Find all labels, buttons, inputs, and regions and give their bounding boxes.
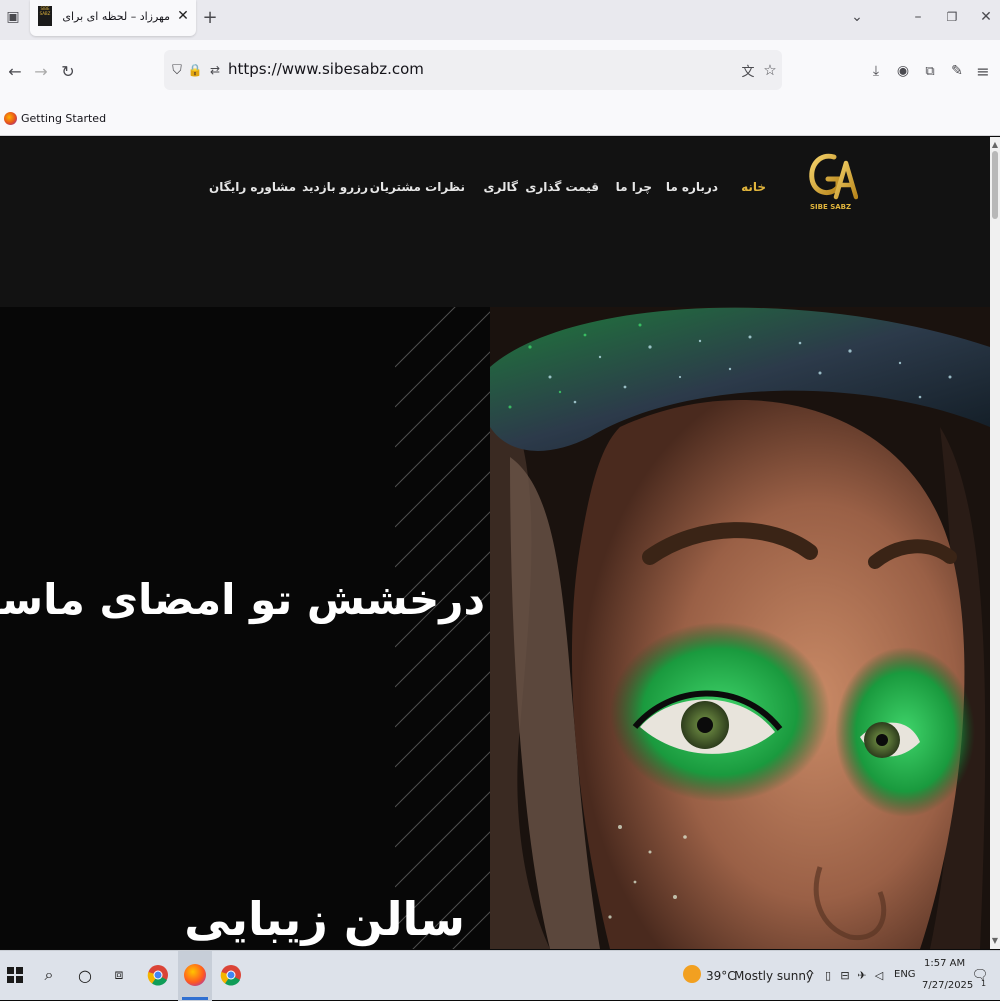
scrollbar-thumb[interactable] (992, 151, 998, 219)
windows-start-icon[interactable] (4, 963, 26, 987)
new-tab-icon[interactable]: + (199, 6, 221, 28)
weather-temp[interactable]: 39°C (706, 969, 736, 983)
airplane-icon[interactable]: ✈ (855, 965, 869, 985)
logo-text: SIBE SABZ (810, 203, 852, 211)
logo-mark-icon (809, 153, 859, 200)
lock-icon[interactable]: 🔒 (187, 60, 203, 80)
web-page: SIBE SABZ خانه درباره ما چرا ما قیمت گذا… (0, 137, 990, 949)
nav-home[interactable]: خانه (741, 180, 766, 194)
clock-time[interactable]: 1:57 AM (924, 958, 965, 969)
restore-icon[interactable]: ❐ (942, 6, 962, 28)
minimize-icon[interactable]: – (908, 6, 928, 28)
taskbar: ⌕ ○ ⧈ 39°C Mostly sunny ^ ▯ ⊟ ✈ ◁ ENG 1:… (0, 950, 1000, 1001)
volume-icon[interactable]: ◁ (872, 965, 886, 985)
firefox-icon (4, 111, 17, 125)
scroll-up-icon[interactable]: ▲ (990, 139, 1000, 149)
cortana-icon[interactable]: ○ (74, 963, 96, 987)
account-icon[interactable]: ◉ (893, 60, 913, 82)
weather-condition[interactable]: Mostly sunny (734, 969, 813, 983)
tab-title: مهرزاد – لحظه ای برای عشق (60, 10, 170, 23)
menu-icon[interactable]: ≡ (973, 60, 993, 82)
reload-icon[interactable]: ↻ (57, 60, 79, 82)
url-bar[interactable]: ⛉ 🔒 ⇄ https://www.sibesabz.com 文 ☆ (164, 50, 782, 90)
close-tab-icon[interactable]: ✕ (174, 6, 192, 26)
nav-free-consultation[interactable]: مشاوره رایگان (209, 180, 296, 194)
notification-count: 1 (981, 979, 987, 988)
site-header: SIBE SABZ خانه درباره ما چرا ما قیمت گذا… (0, 137, 990, 307)
scroll-down-icon[interactable]: ▼ (990, 935, 1000, 945)
eyedropper-icon[interactable]: ✎ (947, 60, 967, 82)
downloads-icon[interactable]: ⤓ (866, 60, 886, 82)
firefox-taskbar-button[interactable] (178, 951, 212, 1001)
list-all-tabs-icon[interactable]: ⌄ (846, 6, 868, 28)
nav-gallery[interactable]: گالری (484, 180, 518, 194)
bookmarks-toolbar: Getting Started (0, 100, 1000, 136)
task-view-icon[interactable]: ⧈ (108, 963, 130, 987)
page-scrollbar[interactable]: ▲ ▼ (990, 137, 1000, 949)
language-indicator[interactable]: ENG (894, 969, 916, 980)
hero-subtitle: سالن زیبایی (184, 892, 465, 946)
notifications-icon[interactable]: 🗨 (970, 963, 990, 987)
tab-favicon: SIBE SABZ (38, 6, 52, 26)
tab-bar: ▣ SIBE SABZ مهرزاد – لحظه ای برای عشق ✕ … (0, 0, 1000, 40)
site-logo[interactable]: SIBE SABZ (806, 149, 859, 217)
diagonal-pattern (395, 307, 505, 949)
hero-section: درخشش تو امضای ماست سالن زیبایی (0, 307, 990, 949)
weather-icon[interactable] (683, 965, 701, 983)
show-hidden-icons-icon[interactable]: ^ (803, 965, 817, 985)
battery-icon[interactable]: ▯ (821, 965, 835, 985)
firefox-icon (184, 964, 206, 986)
translate-icon[interactable]: 文 (738, 60, 758, 80)
clock-date[interactable]: 7/27/2025 (922, 980, 973, 991)
network-icon[interactable]: ⊟ (838, 965, 852, 985)
hero-portrait-image (490, 307, 990, 949)
permissions-icon[interactable]: ⇄ (206, 60, 224, 80)
nav-testimonials[interactable]: نظرات مشتریان (370, 180, 465, 194)
url-text[interactable]: https://www.sibesabz.com (228, 60, 424, 78)
bookmark-item[interactable]: Getting Started (4, 109, 106, 127)
bookmark-star-icon[interactable]: ☆ (760, 60, 780, 80)
nav-pricing[interactable]: قیمت گذاری (525, 180, 599, 194)
hero-title: درخشش تو امضای ماست (0, 575, 486, 624)
search-icon[interactable]: ⌕ (38, 963, 60, 987)
tab-overview-icon[interactable]: ▣ (2, 6, 24, 28)
tracking-protection-icon[interactable]: ⛉ (168, 60, 186, 80)
close-window-icon[interactable]: ✕ (976, 6, 996, 28)
chrome-icon[interactable] (146, 963, 170, 987)
bookmark-label: Getting Started (21, 111, 107, 125)
back-icon[interactable]: ← (4, 60, 26, 82)
active-tab[interactable]: SIBE SABZ مهرزاد – لحظه ای برای عشق ✕ (30, 0, 196, 36)
extensions-icon[interactable]: ⧉ (920, 60, 940, 82)
nav-book-visit[interactable]: رزرو بازدید (302, 180, 368, 194)
nav-about[interactable]: درباره ما (666, 180, 718, 194)
chrome-icon-2[interactable] (219, 963, 243, 987)
forward-icon[interactable]: → (30, 60, 52, 82)
nav-why-us[interactable]: چرا ما (616, 180, 652, 194)
